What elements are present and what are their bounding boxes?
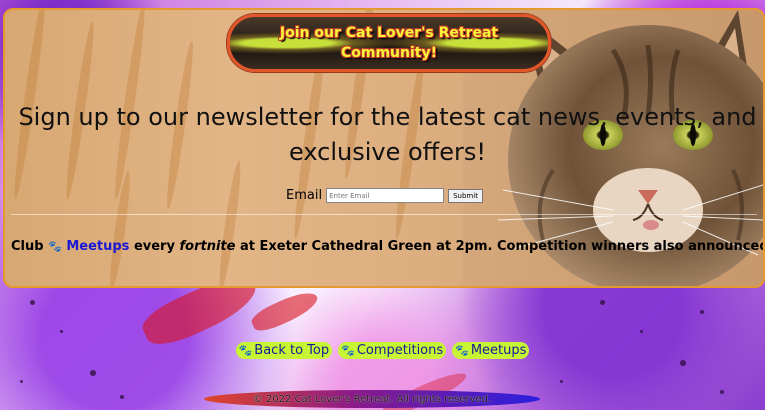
email-field[interactable] (326, 188, 445, 203)
newsletter-card: Join our Cat Lover's Retreat Community! … (3, 8, 765, 288)
club-prefix: Club (11, 239, 44, 254)
club-every: every (133, 239, 175, 254)
nav-label: Back to Top (254, 343, 330, 358)
paw-icon: 🐾 (341, 344, 355, 357)
meetups-link[interactable]: Meetups (66, 239, 129, 254)
nav-competitions[interactable]: 🐾 Competitions (338, 342, 447, 359)
nav-back-to-top[interactable]: 🐾 Back to Top (235, 342, 333, 359)
club-suffix: at Exeter Cathedral Green at 2pm. Compet… (239, 239, 765, 254)
nav-label: Meetups (470, 343, 527, 358)
nav-meetups[interactable]: 🐾 Meetups (452, 342, 530, 359)
divider (11, 214, 757, 215)
banner: Join our Cat Lover's Retreat Community! (227, 14, 551, 72)
banner-title: Join our Cat Lover's Retreat Community! (279, 25, 499, 61)
club-fortnite: fortnite (179, 239, 236, 254)
nav-label: Competitions (356, 343, 444, 358)
copyright-footer: © 2022 Cat Lover's Retreat. All rights r… (204, 390, 540, 408)
paw-icon: 🐾 (455, 344, 469, 357)
club-announcement: Club 🐾 Meetups every fortnite at Exeter … (11, 239, 763, 254)
footer-nav: 🐾 Back to Top 🐾 Competitions 🐾 Meetups (0, 342, 765, 359)
copyright-text: © 2022 Cat Lover's Retreat. All rights r… (252, 393, 492, 405)
newsletter-headline: Sign up to our newsletter for the latest… (18, 103, 757, 166)
submit-button[interactable]: Submit (448, 188, 483, 203)
paw-icon: 🐾 (238, 344, 253, 357)
newsletter-form: Email Submit (5, 188, 763, 203)
email-label: Email (286, 188, 323, 203)
paw-icon: 🐾 (48, 240, 62, 253)
